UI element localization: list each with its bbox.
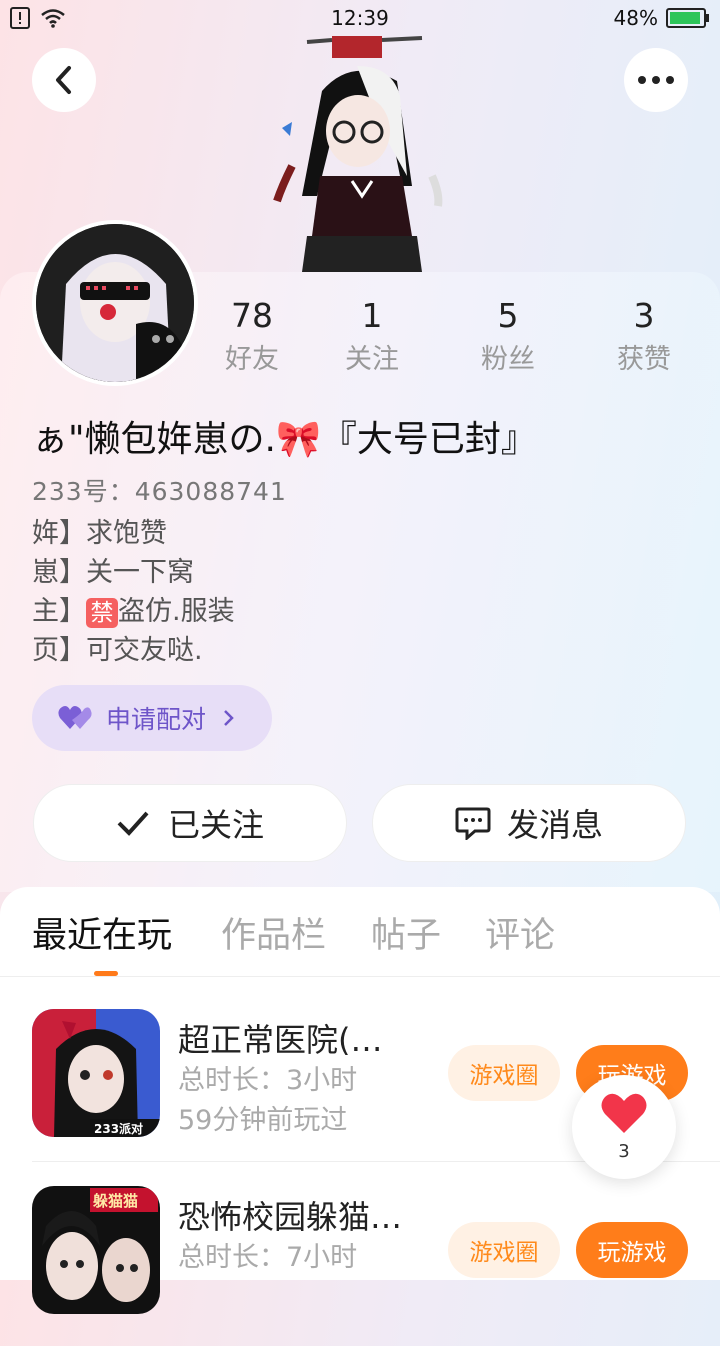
- user-id[interactable]: 233号：463088741: [32, 472, 287, 508]
- heart-icon: [601, 1093, 647, 1133]
- like-button[interactable]: 3: [572, 1075, 676, 1179]
- chevron-right-icon: [224, 710, 234, 726]
- stat-label: 好友: [225, 344, 279, 375]
- followed-label: 已关注: [167, 806, 264, 844]
- heart-pair-icon: [58, 706, 92, 729]
- stat-likes[interactable]: 3 获赞: [584, 296, 704, 376]
- clock: 12:39: [331, 6, 389, 30]
- more-button[interactable]: [624, 48, 688, 112]
- game-title[interactable]: 超正常医院(…: [178, 1015, 383, 1061]
- tab-works[interactable]: 作品栏: [221, 907, 326, 958]
- more-icon: [638, 76, 674, 84]
- chevron-left-icon: [56, 66, 71, 94]
- game-icon-image: 躲猫猫: [32, 1186, 160, 1314]
- stat-value: 1: [361, 296, 383, 335]
- game-circle-button[interactable]: 游戏圈: [448, 1222, 560, 1278]
- game-total-time: 总时长：7小时: [178, 1242, 358, 1273]
- stat-label: 关注: [345, 344, 399, 375]
- stat-label: 粉丝: [481, 344, 535, 375]
- divider: [0, 976, 720, 977]
- stat-value: 3: [633, 296, 655, 335]
- stat-value: 78: [231, 296, 273, 335]
- game-icon-image: 233派对: [32, 1009, 160, 1137]
- battery-percent: 48%: [613, 6, 658, 30]
- bio-line-text: 盗仿.服装: [118, 596, 235, 627]
- check-icon: [117, 811, 149, 836]
- game-last-played: 59分钟前玩过: [178, 1105, 348, 1136]
- bio-line: 页】可交友哒.: [32, 635, 203, 666]
- chat-icon: [455, 807, 491, 840]
- game-icon[interactable]: 躲猫猫: [32, 1186, 160, 1314]
- game-title[interactable]: 恐怖校园躲猫…: [178, 1192, 402, 1238]
- tab-recent-play[interactable]: 最近在玩: [32, 907, 172, 958]
- game-icon[interactable]: 233派对: [32, 1009, 160, 1137]
- followed-button[interactable]: 已关注: [33, 784, 347, 862]
- bio-line: 主】禁盗仿.服装: [32, 592, 235, 631]
- list-item[interactable]: 躲猫猫 恐怖校园躲猫… 总时长：7小时 游戏圈 玩游戏: [0, 1186, 720, 1346]
- game-circle-button[interactable]: 游戏圈: [448, 1045, 560, 1101]
- icon-badge-text: 233派对: [94, 1121, 143, 1136]
- status-bar: 12:39 48%: [0, 0, 720, 36]
- bio-line: 崽】关一下窝: [32, 557, 194, 588]
- battery-icon: [666, 8, 709, 28]
- avatar-image: [36, 224, 194, 382]
- apply-pair-button[interactable]: 申请配对: [32, 685, 272, 751]
- back-button[interactable]: [32, 48, 96, 112]
- bio: 姩】求饱赞 崽】关一下窝 主】禁盗仿.服装 页】可交友哒.: [32, 514, 235, 670]
- character-avatar-illustration: [273, 36, 443, 272]
- play-game-button[interactable]: 玩游戏: [576, 1222, 688, 1278]
- stat-friends[interactable]: 78 好友: [192, 296, 312, 376]
- bio-line-prefix: 主】: [32, 596, 86, 627]
- avatar[interactable]: [32, 220, 198, 386]
- message-button[interactable]: 发消息: [372, 784, 686, 862]
- icon-badge-text: 躲猫猫: [93, 1192, 138, 1210]
- pair-label: 申请配对: [106, 705, 207, 734]
- stat-following[interactable]: 1 关注: [312, 296, 432, 376]
- ban-emoji-badge: 禁: [86, 598, 118, 628]
- message-label: 发消息: [506, 806, 603, 844]
- game-total-time: 总时长：3小时: [178, 1065, 358, 1096]
- bio-line: 姩】求饱赞: [32, 518, 167, 549]
- tab-comments[interactable]: 评论: [485, 907, 555, 958]
- stat-label: 获赞: [617, 344, 671, 375]
- stat-fans[interactable]: 5 粉丝: [448, 296, 568, 376]
- nickname: ぁ"懒包姩崽の.🎀『大号已封』: [32, 419, 537, 460]
- tab-posts[interactable]: 帖子: [371, 907, 441, 958]
- stat-value: 5: [497, 296, 519, 335]
- like-count: 3: [618, 1141, 630, 1162]
